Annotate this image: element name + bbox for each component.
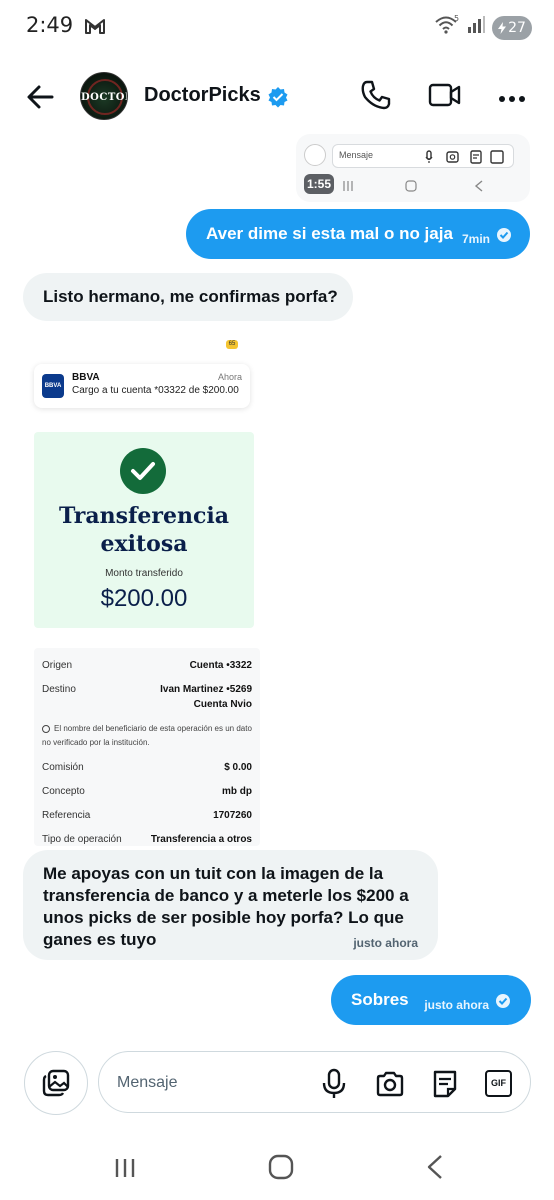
avatar-logo-text: DOCTOR (81, 92, 127, 103)
info-icon (42, 724, 50, 733)
seen-check-icon (496, 994, 510, 1008)
system-back-button[interactable] (426, 1154, 444, 1185)
notification-badge: 65 (226, 340, 238, 349)
success-title: Transferencia exitosa (34, 502, 254, 558)
message-text: Aver dime si esta mal o no jaja (206, 224, 453, 243)
transfer-details: Origen Cuenta •3322 Destino Ivan Martine… (34, 648, 260, 846)
received-message[interactable]: Listo hermano, me confirmas porfa? (23, 273, 353, 321)
message-text: Listo hermano, me confirmas porfa? (43, 287, 338, 306)
network-type-label: 5 (454, 14, 459, 23)
detail-label: Referencia (42, 810, 91, 821)
detail-value: Ivan Martinez •5269 (160, 684, 252, 695)
signal-icon (466, 15, 486, 40)
note-text: El nombre del beneficiario de esta opera… (42, 724, 252, 747)
detail-value: Transferencia a otros (150, 834, 252, 845)
gif-button[interactable]: GIF (485, 1070, 512, 1097)
success-card: Transferencia exitosa Monto transferido … (34, 432, 254, 628)
message-timestamp: 7min (461, 232, 490, 246)
detail-label: Tipo de operación (42, 834, 122, 845)
recents-button[interactable] (114, 1156, 138, 1185)
received-message[interactable]: Me apoyas con un tuit con la imagen de l… (23, 850, 438, 960)
camera-icon (376, 1071, 404, 1097)
message-input[interactable] (117, 1070, 297, 1096)
wifi-icon: 5 (434, 14, 460, 41)
seen-check-icon (497, 228, 511, 242)
message-timestamp: justo ahora (353, 936, 418, 950)
chevron-left-icon (427, 1155, 442, 1179)
status-icons: 5 27 (434, 14, 532, 41)
mini-composer-icons (425, 150, 504, 164)
sent-message[interactable]: Sobres justo ahora (331, 975, 531, 1025)
attach-file-button[interactable] (432, 1069, 458, 1104)
battery-indicator: 27 (492, 15, 532, 40)
more-options-button[interactable] (498, 90, 526, 108)
success-title-line-1: Transferencia (58, 503, 230, 529)
message-timestamp: justo ahora (424, 998, 489, 1012)
mini-clock-label: 1:55 (304, 174, 334, 194)
detail-value: 1707260 (213, 810, 252, 821)
charging-icon (498, 21, 507, 34)
document-icon (433, 1070, 457, 1098)
media-picker-button[interactable] (24, 1051, 88, 1115)
notification-time: Ahora (217, 372, 242, 382)
detail-value: mb dp (222, 786, 252, 797)
home-button[interactable] (268, 1154, 294, 1185)
detail-label: Comisión (42, 762, 84, 773)
system-nav-bar (0, 1140, 554, 1200)
status-bar: 2:49 5 27 (0, 0, 554, 56)
back-button[interactable] (24, 80, 58, 114)
message-text: Sobres (351, 990, 409, 1009)
detail-value-secondary: Cuenta Nvio (193, 699, 252, 710)
detail-value: $ 0.00 (224, 762, 252, 773)
mini-nav-bar (343, 180, 483, 192)
video-camera-icon (428, 83, 461, 107)
transfer-receipt-image[interactable]: 65 BBVA BBVA Cargo a tu cuenta *03322 de… (24, 332, 264, 846)
beneficiary-note: El nombre del beneficiario de esta opera… (42, 722, 254, 750)
sent-message[interactable]: Aver dime si esta mal o no jaja 7min (186, 209, 530, 259)
mini-composer-placeholder: Mensaje (339, 150, 374, 160)
notification-title: BBVA (72, 372, 100, 383)
recents-icon (115, 1159, 135, 1177)
microphone-icon (322, 1068, 346, 1098)
home-icon (268, 1154, 294, 1180)
detail-label: Origen (42, 660, 73, 671)
avatar[interactable]: DOCTOR (80, 72, 128, 120)
status-time: 2:49 (26, 13, 74, 37)
mini-composer: Mensaje (332, 144, 514, 168)
more-dots-icon (499, 96, 525, 102)
notification-body: Cargo a tu cuenta *03322 de $200.00 (72, 385, 239, 396)
mini-photo-icon (304, 144, 326, 166)
detail-label: Concepto (42, 786, 85, 797)
voice-message-button[interactable] (321, 1068, 347, 1105)
gallery-icon (42, 1069, 70, 1097)
battery-level: 27 (508, 19, 526, 36)
verified-badge-icon (267, 86, 289, 113)
bbva-logo-icon: BBVA (42, 374, 64, 398)
checkmark-circle-icon (120, 448, 166, 494)
phone-icon (361, 80, 391, 110)
sent-image-message[interactable]: Mensaje 1:55 (296, 134, 530, 202)
message-composer: GIF (98, 1051, 531, 1113)
detail-value: Cuenta •3322 (189, 660, 252, 671)
video-call-button[interactable] (428, 82, 462, 113)
call-button[interactable] (360, 79, 392, 116)
gmail-icon (84, 17, 106, 40)
amount-label: Monto transferido (105, 568, 183, 579)
bank-notification: BBVA BBVA Cargo a tu cuenta *03322 de $2… (34, 364, 250, 408)
detail-label: Destino (42, 684, 76, 695)
amount-value: $200.00 (100, 585, 188, 612)
arrow-left-icon (27, 85, 54, 109)
contact-name[interactable]: DoctorPicks (144, 84, 261, 107)
conversation-header: DOCTOR DoctorPicks (0, 60, 554, 132)
camera-button[interactable] (375, 1070, 405, 1103)
success-title-line-2: exitosa (100, 531, 188, 557)
